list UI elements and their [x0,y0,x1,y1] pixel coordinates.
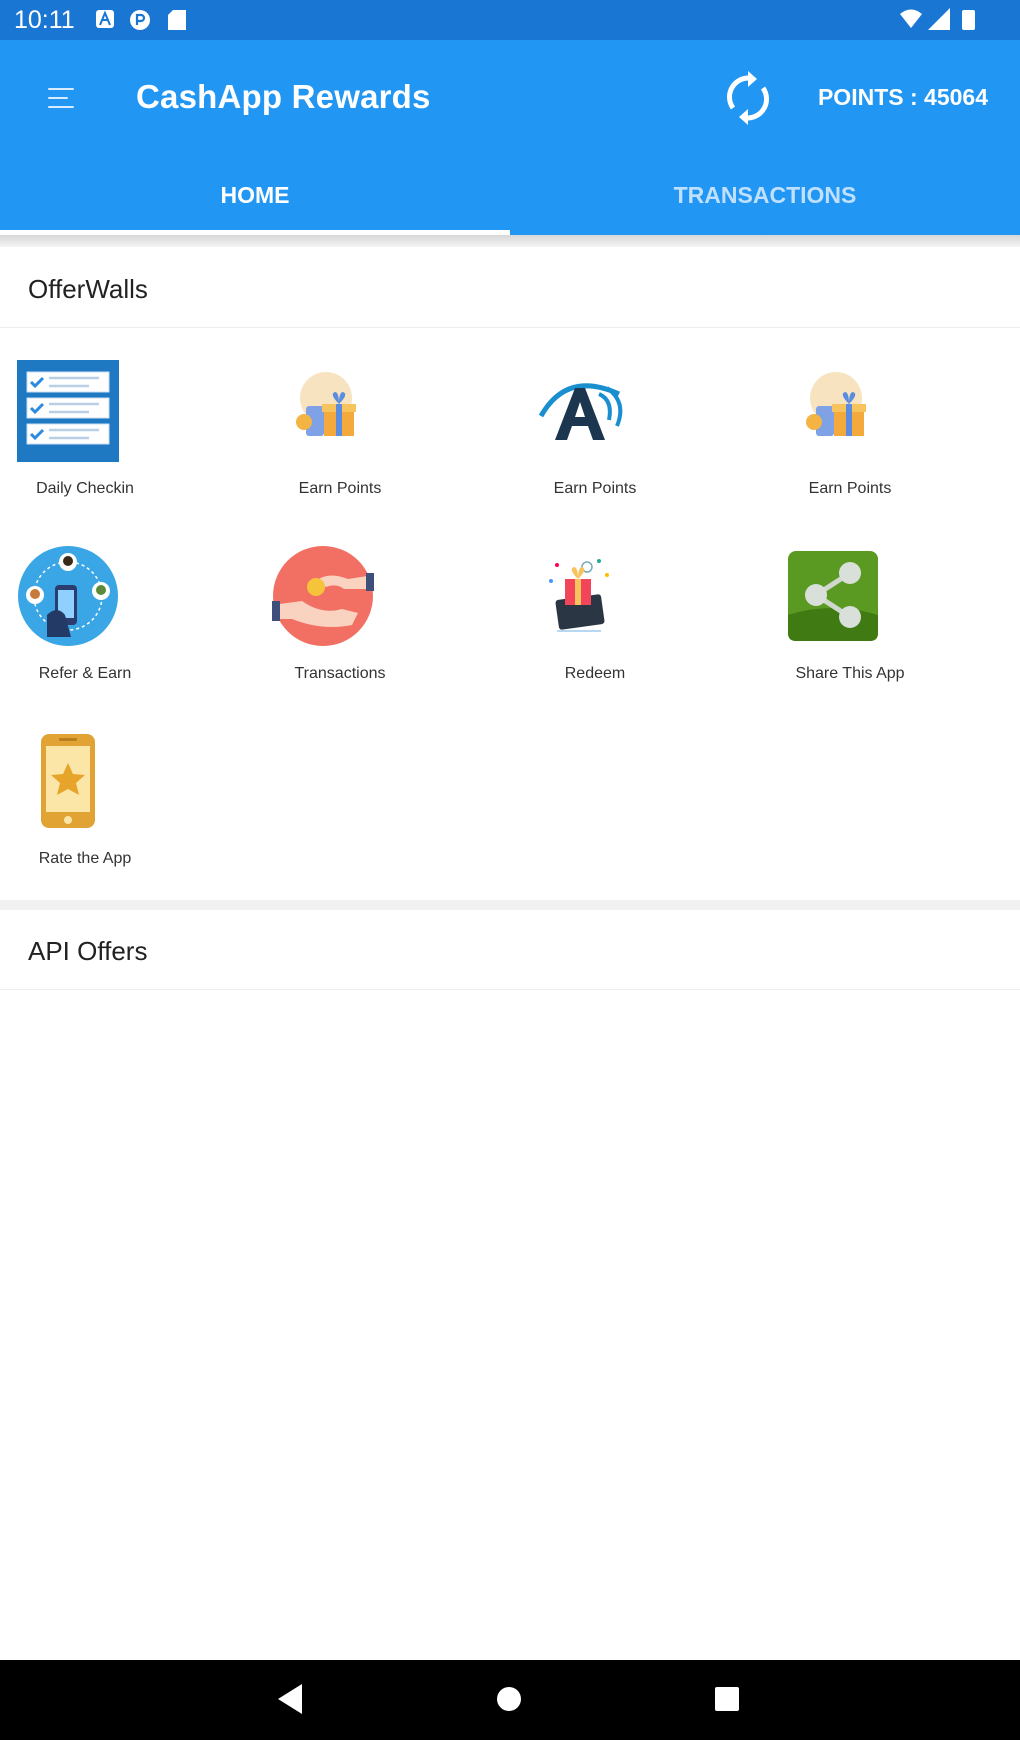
offerwalls-title: OfferWalls [28,274,148,304]
api-offers-title: API Offers [28,936,148,966]
home-icon[interactable] [496,1686,522,1712]
tile-label: Transactions [294,665,386,682]
offerwalls-header: OfferWalls [0,248,1020,328]
refresh-button[interactable] [724,70,772,126]
a-logo-icon [538,383,622,440]
api-offers-header: API Offers [0,910,1020,990]
gift-card-icon [548,559,609,632]
tile-label: Redeem [564,665,626,682]
wifi-icon [900,9,922,28]
checklist-icon [16,360,119,462]
tile-share-app[interactable]: Share This App [765,515,1020,701]
tile-refer-earn[interactable]: Refer & Earn [0,515,255,701]
p-notification-icon [130,10,150,30]
tab-bar: HOME TRANSACTIONS [0,170,1020,235]
status-bar: 10:11 [0,0,1020,40]
share-icon [787,551,878,641]
system-nav-bar [0,1660,1020,1740]
menu-button[interactable] [44,84,80,114]
refresh-icon [727,71,769,125]
tile-redeem[interactable]: Redeem [510,515,765,701]
points-balance: POINTS : 45064 [817,84,988,110]
phone-star-icon [40,734,95,828]
back-icon[interactable] [276,1682,304,1716]
tile-daily-checkin[interactable]: Daily Checkin [0,330,255,516]
coins-gift-icon [805,372,866,436]
tile-label: Refer & Earn [38,665,132,682]
tile-label: Rate the App [38,850,132,867]
tile-earn-points-3[interactable]: Earn Points [765,330,1020,516]
section-divider [0,900,1020,910]
coins-gift-icon [295,372,356,436]
tile-transactions[interactable]: Transactions [255,515,510,701]
tab-home[interactable]: HOME [0,170,510,235]
refer-people-icon [17,546,118,646]
cell-signal-icon [928,8,950,30]
tile-earn-points-2[interactable]: Earn Points [510,330,765,516]
tile-rate-app[interactable]: Rate the App [0,700,255,886]
tile-label: Earn Points [553,480,637,497]
status-right-icons [898,8,1008,32]
tile-label: Share This App [795,665,905,682]
app-title: CashApp Rewards [136,78,431,115]
a-notification-icon [96,10,114,28]
tile-label: Daily Checkin [36,480,134,497]
battery-icon [962,10,975,30]
tile-label: Earn Points [808,480,892,497]
hand-coin-icon [271,546,374,646]
status-icons [900,8,975,30]
status-time: 10:11 [14,6,75,34]
tile-earn-points-1[interactable]: Earn Points [255,330,510,516]
appbar-shadow [0,235,1020,247]
recents-icon[interactable] [714,1686,740,1712]
tile-label: Earn Points [298,480,382,497]
sd-card-icon [168,10,186,30]
tab-transactions[interactable]: TRANSACTIONS [510,170,1020,235]
app-bar: CashApp Rewards POINTS : 45064 HOME TRAN… [0,40,1020,235]
